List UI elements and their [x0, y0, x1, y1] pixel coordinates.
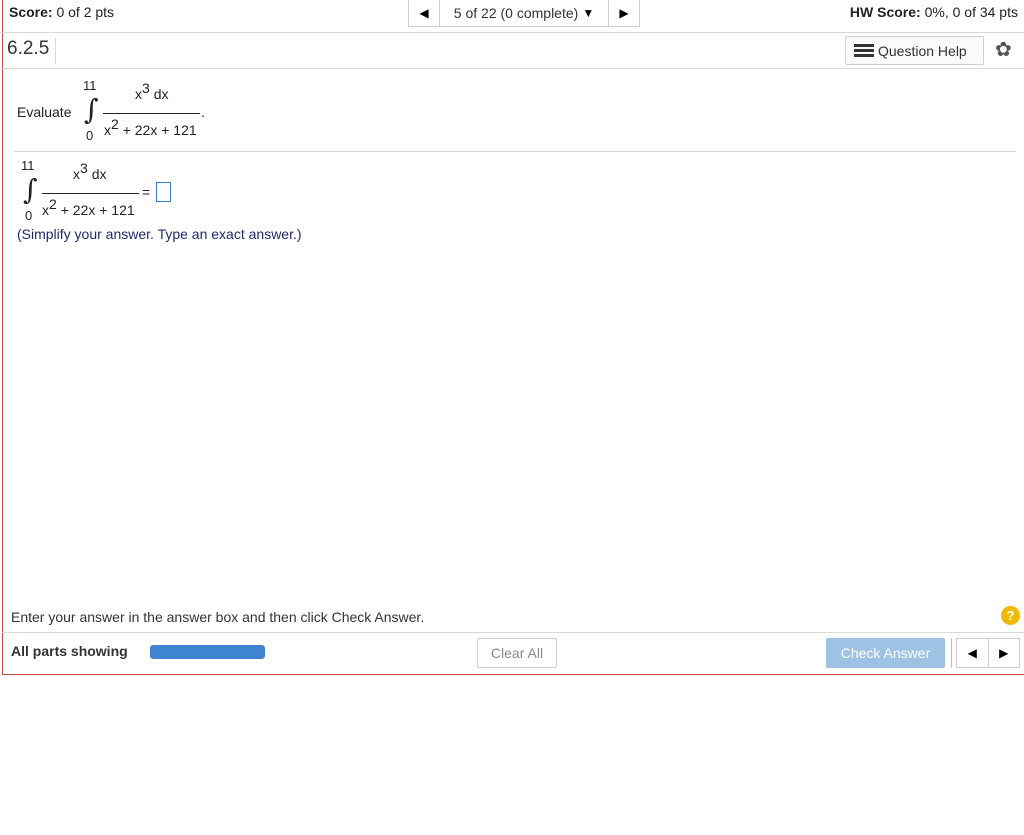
answer-fraction-bar [42, 193, 139, 194]
score-label: Score: [9, 4, 53, 20]
question-number: 6.2.5 [7, 38, 57, 64]
footer-divider [2, 632, 1024, 633]
score: Score: 0 of 2 pts [9, 4, 114, 20]
divider [14, 151, 1016, 152]
parts-label: All parts showing [11, 643, 128, 659]
progress-fill [150, 645, 265, 659]
gear-icon[interactable]: ✿ [995, 40, 1012, 60]
hw-score-value: 0%, 0 of 34 pts [924, 4, 1018, 20]
footer-previous-button[interactable]: ◀ [957, 639, 989, 667]
answer-upper-limit: 11 [21, 158, 35, 173]
question-progress-text: 5 of 22 (0 complete) [453, 5, 579, 21]
hw-score: HW Score: 0%, 0 of 34 pts [850, 4, 1018, 20]
question-header: 6.2.5 Question Help [0, 33, 1024, 69]
footer-next-button[interactable]: ▶ [989, 639, 1020, 667]
equals-sign: = [142, 184, 151, 200]
answer-input[interactable] [156, 182, 171, 202]
footer-separator [951, 638, 952, 668]
score-value: 0 of 2 pts [56, 4, 115, 20]
period: . [201, 104, 205, 120]
caret-down-icon: ▼ [582, 6, 595, 20]
question-help-button[interactable]: Question Help [845, 36, 984, 65]
check-answer-button[interactable]: Check Answer [826, 638, 945, 668]
answer-hint: (Simplify your answer. Type an exact ans… [17, 226, 302, 242]
next-question-button[interactable]: ▶ [608, 0, 639, 26]
parts-progress-bar [150, 645, 265, 659]
integral-sign: ∫ [84, 93, 99, 126]
previous-question-button[interactable]: ◀ [409, 0, 440, 26]
answer-integral-sign: ∫ [23, 173, 38, 206]
help-icon[interactable]: ? [1001, 606, 1020, 625]
upper-limit: 11 [83, 78, 97, 93]
question-navigator: ◀ 5 of 22 (0 complete) ▼ ▶ [408, 0, 640, 27]
question-help-label: Question Help [878, 42, 967, 59]
hw-score-label: HW Score: [849, 4, 921, 20]
triangle-right-icon: ▶ [619, 6, 629, 20]
answer-lower-limit: 0 [25, 208, 33, 223]
lower-limit: 0 [86, 128, 94, 143]
fraction-bar [103, 113, 200, 114]
evaluate-word: Evaluate [17, 104, 72, 120]
instruction-text: Enter your answer in the answer box and … [11, 609, 425, 625]
numerator: x3 dx [135, 80, 169, 102]
list-icon [854, 43, 874, 58]
clear-all-button[interactable]: Clear All [477, 638, 557, 668]
score-bar: Score: 0 of 2 pts ◀ 5 of 22 (0 complete)… [0, 0, 1024, 33]
answer-numerator: x3 dx [73, 160, 107, 182]
answer-denominator: x2 + 22x + 121 [42, 196, 135, 218]
footer-navigator: ◀ ▶ [956, 638, 1020, 668]
triangle-left-icon: ◀ [419, 6, 429, 20]
question-select-dropdown[interactable]: 5 of 22 (0 complete) ▼ [440, 5, 608, 21]
denominator: x2 + 22x + 121 [104, 116, 197, 138]
